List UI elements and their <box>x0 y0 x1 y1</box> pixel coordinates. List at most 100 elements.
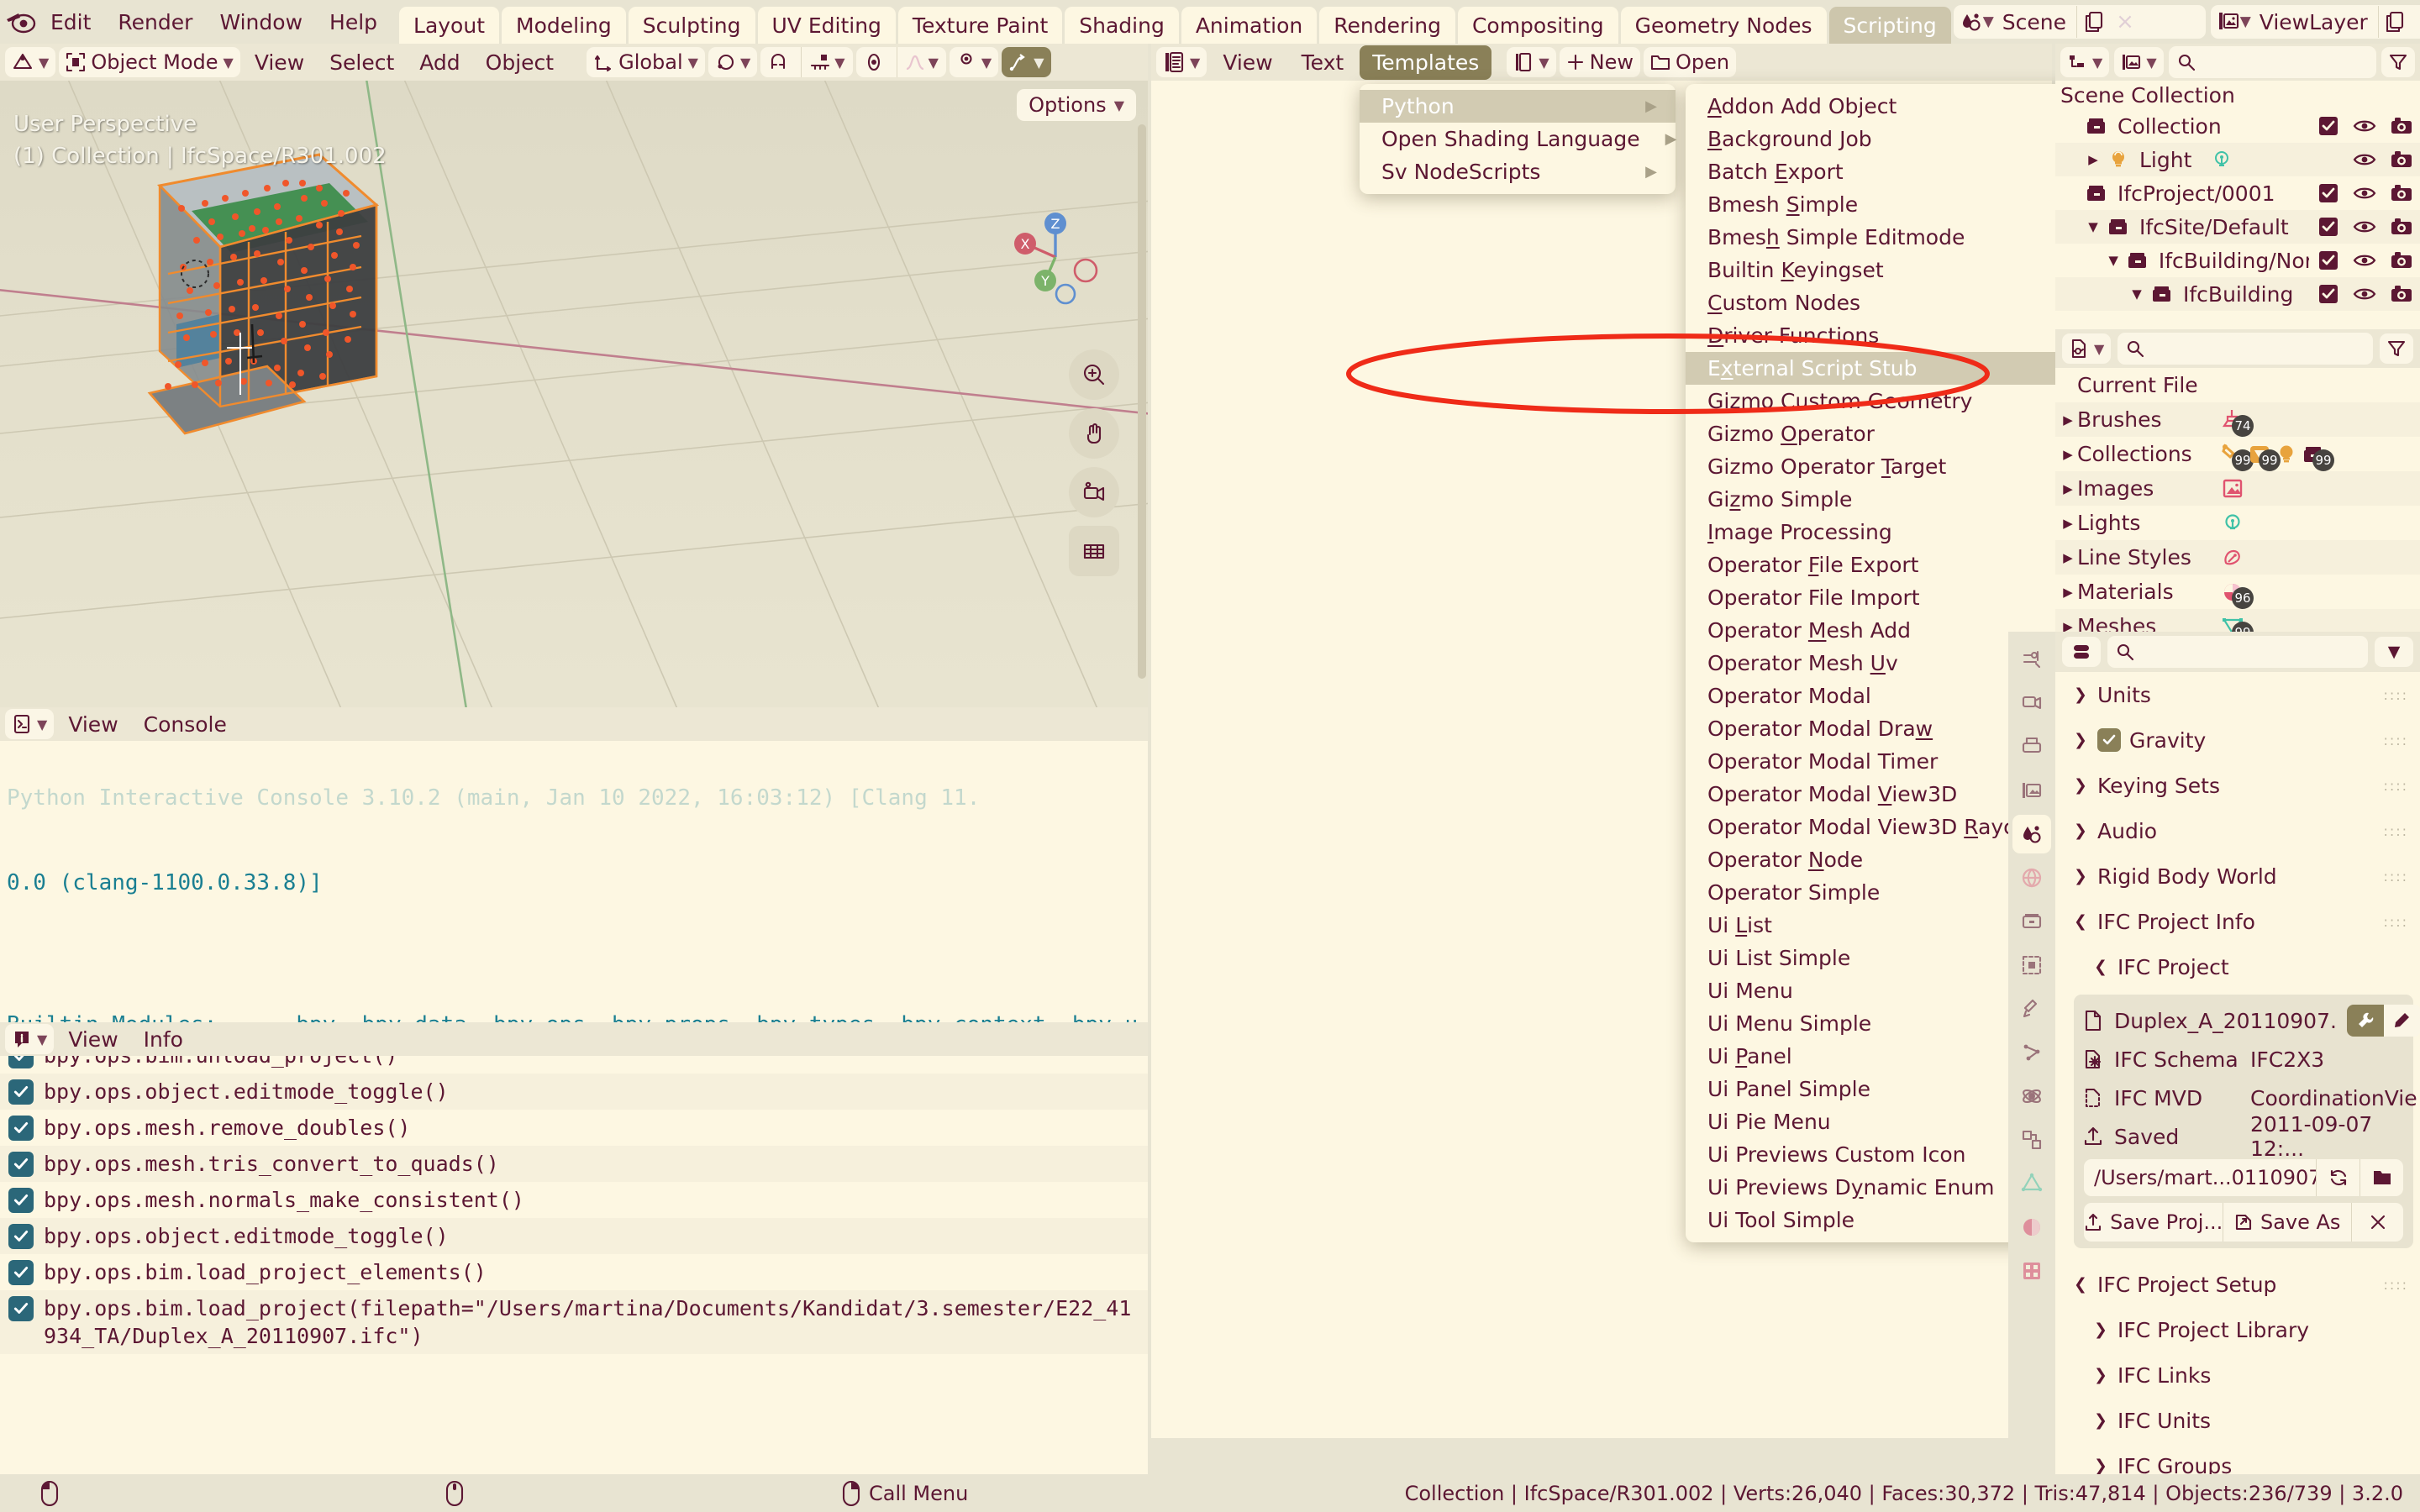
drag-grip[interactable]: :::: <box>2383 687 2420 703</box>
python-template-item[interactable]: Builtin Keyingset <box>1686 254 2074 286</box>
folder-icon[interactable] <box>2360 1159 2403 1196</box>
blendfile-row[interactable]: ▶ Line Styles <box>2055 540 2420 575</box>
properties-tab-tool[interactable] <box>2012 640 2051 679</box>
outliner-row[interactable]: Collection <box>2055 109 2420 143</box>
python-template-item[interactable]: External Script Stub <box>1686 352 2074 385</box>
chevron-down-icon[interactable]: ▼ <box>2102 253 2123 268</box>
python-template-item[interactable]: Addon Add Object <box>1686 90 2074 123</box>
properties-section-audio[interactable]: ❯ Audio :::: <box>2055 808 2420 853</box>
eye-icon[interactable] <box>2353 150 2376 170</box>
info-log-row[interactable]: bpy.ops.mesh.remove_doubles() <box>0 1110 1148 1146</box>
tab-uv-editing[interactable]: UV Editing <box>757 7 896 44</box>
info-log-row[interactable]: bpy.ops.mesh.tris_convert_to_quads() <box>0 1146 1148 1182</box>
chevron-right-icon[interactable]: ▶ <box>2059 481 2077 496</box>
tab-shading[interactable]: Shading <box>1065 7 1179 44</box>
blendfile-row[interactable]: ▶Meshes 99 <box>2055 609 2420 632</box>
pencil-icon[interactable] <box>2383 1005 2420 1037</box>
outliner-exclude-checkbox[interactable] <box>2317 115 2339 137</box>
snap-target-icon[interactable]: ▼ <box>801 47 852 77</box>
save-project-button[interactable]: Save Proj... <box>2084 1203 2223 1242</box>
editor-type-info-icon[interactable]: ▼ <box>5 1024 55 1054</box>
viewlayer-selector[interactable]: ▼ ViewLayer × <box>2210 5 2420 39</box>
new-scene-button[interactable] <box>2076 6 2110 38</box>
info-row-checkbox[interactable] <box>8 1188 34 1213</box>
pivot-point-selector[interactable]: ▼ <box>708 47 758 77</box>
wrench-icon[interactable] <box>2346 1005 2384 1037</box>
python-template-item[interactable]: Background Job <box>1686 123 2074 155</box>
properties-item-ifc-units[interactable]: ❯ IFC Units <box>2055 1398 2420 1443</box>
properties-tab-modifiers[interactable] <box>2012 990 2051 1028</box>
proportional-edit-group[interactable]: ▼ <box>855 47 946 77</box>
python-template-item[interactable]: Gizmo Simple <box>1686 483 2074 516</box>
info-row-checkbox[interactable] <box>8 1260 34 1285</box>
info-row-checkbox[interactable] <box>8 1224 34 1249</box>
python-template-item[interactable]: Operator File Export <box>1686 549 2074 581</box>
tab-modeling[interactable]: Modeling <box>502 7 626 44</box>
python-template-item[interactable]: Operator File Import <box>1686 581 2074 614</box>
blendfile-row[interactable]: ▶ Images <box>2055 471 2420 506</box>
chevron-right-icon[interactable]: ▶ <box>2059 585 2077 600</box>
viewport-options-button[interactable]: Options ▼ <box>1017 89 1136 121</box>
properties-section-keying-sets[interactable]: ❯ Keying Sets :::: <box>2055 763 2420 808</box>
eye-icon[interactable] <box>2353 284 2376 304</box>
chevron-right-icon[interactable]: ▶ <box>2082 152 2104 167</box>
tab-sculpting[interactable]: Sculpting <box>628 7 755 44</box>
python-template-item[interactable]: Custom Nodes <box>1686 286 2074 319</box>
viewport-menu-view[interactable]: View <box>244 50 315 75</box>
camera-icon[interactable] <box>2390 250 2413 270</box>
outliner-row[interactable]: ▼ IfcSite/Default <box>2055 210 2420 244</box>
editor-type-properties-icon[interactable] <box>2062 637 2101 667</box>
info-row-checkbox[interactable] <box>8 1079 34 1105</box>
properties-search-input[interactable] <box>2107 636 2368 668</box>
info-log-list[interactable]: bpy.ops.bim.unload_project() bpy.ops.obje… <box>0 1056 1148 1474</box>
editor-type-3dview-icon[interactable]: ▼ <box>5 47 56 77</box>
eye-icon[interactable] <box>2353 116 2376 136</box>
magnet-icon[interactable] <box>760 47 796 77</box>
properties-tab-object[interactable] <box>2012 946 2051 984</box>
properties-tab-scene[interactable] <box>2012 815 2051 853</box>
properties-tab-texture[interactable] <box>2012 1252 2051 1290</box>
falloff-curve-icon[interactable]: ▼ <box>896 47 946 77</box>
drag-grip[interactable]: :::: <box>2383 1277 2420 1293</box>
python-template-item[interactable]: Image Processing <box>1686 516 2074 549</box>
eye-icon[interactable] <box>2353 183 2376 203</box>
navigation-gizmo[interactable]: Z X Y <box>1005 207 1106 307</box>
chevron-right-icon[interactable]: ▶ <box>2059 619 2077 633</box>
editor-type-outliner-icon[interactable]: ▼ <box>2060 47 2110 77</box>
properties-tab-physics[interactable] <box>2012 1077 2051 1116</box>
info-row-checkbox[interactable] <box>8 1116 34 1141</box>
properties-item-ifc-links[interactable]: ❯ IFC Links <box>2055 1352 2420 1398</box>
console-output[interactable]: Python Interactive Console 3.10.2 (main,… <box>0 741 1148 1022</box>
properties-section-units[interactable]: ❯ Units :::: <box>2055 672 2420 717</box>
viewport-scrollbar[interactable] <box>1138 124 1146 679</box>
delete-scene-button[interactable]: × <box>2110 9 2140 34</box>
menu-window[interactable]: Window <box>206 7 316 38</box>
tab-compositing[interactable]: Compositing <box>1457 7 1618 44</box>
templates-item-osl[interactable]: Open Shading Language ▶ <box>1360 123 1676 155</box>
properties-tab-data[interactable] <box>2012 1164 2051 1203</box>
properties-tab-material[interactable] <box>2012 1208 2051 1247</box>
text-menu-templates[interactable]: Templates <box>1360 45 1492 80</box>
outliner-row[interactable]: ▼ IfcBuilding <box>2055 277 2420 311</box>
gizmo-toggle[interactable]: ▼ <box>1002 47 1051 77</box>
visibility-toggle[interactable]: ▼ <box>949 47 999 77</box>
blendfile-row[interactable]: ▶ Lights <box>2055 506 2420 540</box>
info-menu-info[interactable]: Info <box>133 1027 194 1052</box>
outliner-exclude-checkbox[interactable] <box>2317 216 2339 238</box>
python-template-item[interactable]: Batch Export <box>1686 155 2074 188</box>
blend-file-display-mode-icon[interactable]: ▼ <box>2062 333 2112 364</box>
camera-icon[interactable] <box>2390 183 2413 203</box>
chevron-right-icon[interactable]: ▶ <box>2059 550 2077 565</box>
info-row-checkbox[interactable] <box>8 1296 34 1321</box>
blendfile-row[interactable]: ▶ Materials 96 <box>2055 575 2420 609</box>
menu-render[interactable]: Render <box>104 7 206 38</box>
text-datablock-selector[interactable]: ▼ <box>1507 47 1556 77</box>
outliner-exclude-checkbox[interactable] <box>2317 283 2339 305</box>
drag-grip[interactable]: :::: <box>2383 869 2420 885</box>
properties-tab-render[interactable] <box>2012 684 2051 722</box>
info-row-checkbox[interactable] <box>8 1152 34 1177</box>
camera-icon[interactable] <box>2390 284 2413 304</box>
text-menu-view[interactable]: View <box>1210 45 1285 80</box>
outliner-row[interactable]: IfcProject/0001 <box>2055 176 2420 210</box>
camera-icon[interactable] <box>2390 217 2413 237</box>
